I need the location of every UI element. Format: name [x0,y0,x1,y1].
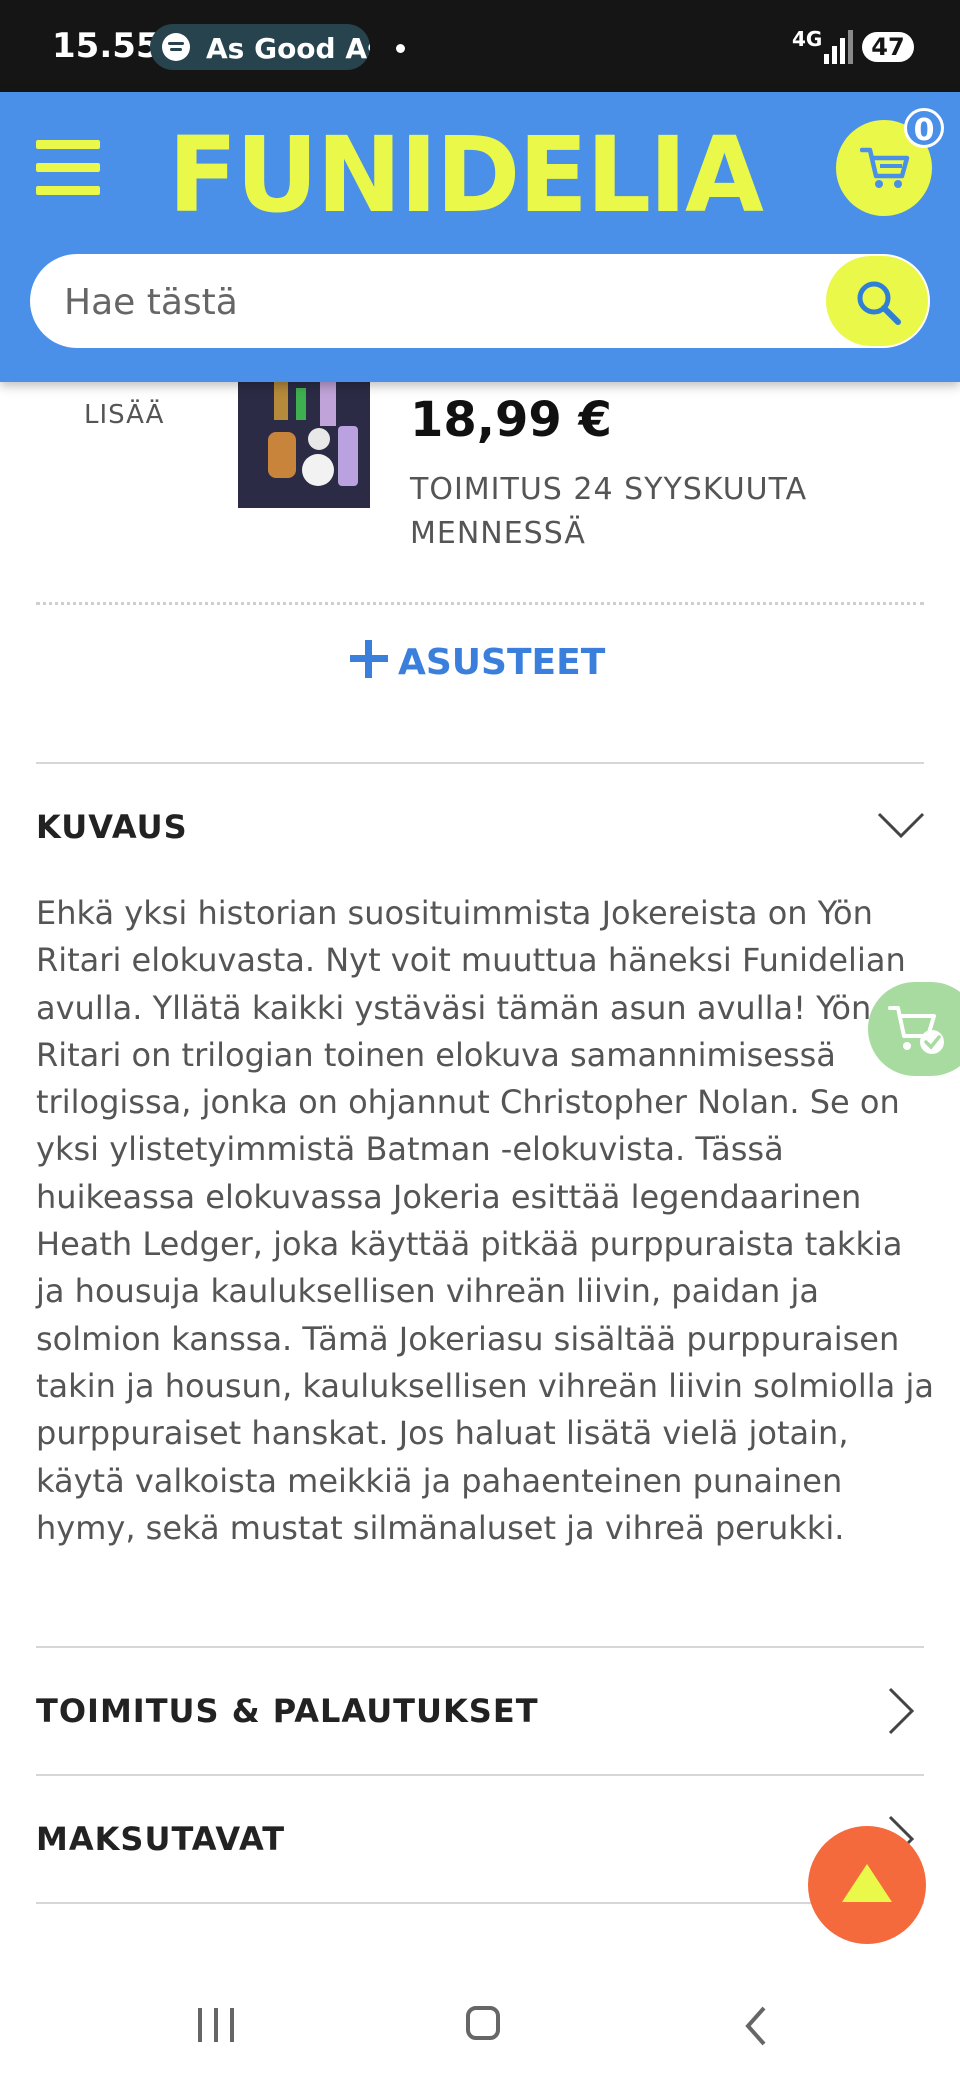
divider [36,762,924,764]
accessories-label: ASUSTEET [398,642,606,683]
divider [36,1902,924,1904]
product-thumbnail[interactable] [238,382,370,508]
cart-check-icon [888,1006,944,1054]
back-icon[interactable] [744,2006,768,2046]
search-bar [30,254,930,348]
battery-level: 47 [862,32,914,62]
chevron-down-icon[interactable] [876,810,926,840]
network-type: 4G [792,27,823,51]
search-button[interactable] [826,256,928,346]
recent-apps-icon[interactable] [196,2008,236,2042]
description-header[interactable]: KUVAUS [36,808,188,846]
description-text: Ehkä yksi historian suosituimmista Joker… [36,894,934,1547]
payment-methods-header[interactable]: MAKSUTAVAT [36,1820,285,1858]
chevron-right-icon[interactable] [886,1686,916,1736]
scroll-to-top-button[interactable] [808,1826,926,1944]
search-input[interactable] [62,276,846,328]
cart-count-badge: 0 [904,108,944,148]
media-notification-pill[interactable]: As Good As [150,24,370,70]
status-bar: 15.55 As Good As 4G 47 [0,0,960,92]
more-images-label[interactable]: LISÄÄ [84,400,164,430]
notification-dot [396,44,405,53]
divider [36,1774,924,1776]
spotify-icon [162,33,190,61]
accessories-button[interactable]: ASUSTEET [350,640,605,690]
product-price: 18,99 € [410,392,612,448]
floating-cart-button[interactable] [868,982,960,1076]
arrow-up-icon [842,1864,892,1902]
media-title: As Good As [206,32,370,65]
dotted-divider [36,602,924,605]
shipping-returns-header[interactable]: TOIMITUS & PALAUTUKSET [36,1692,539,1730]
home-icon[interactable] [466,2006,500,2040]
delivery-estimate: TOIMITUS 24 SYYSKUUTA MENNESSÄ [410,472,808,551]
signal-icon [824,30,854,64]
status-time: 15.55 [52,26,160,66]
cart-icon [860,147,910,188]
search-icon [857,281,901,325]
menu-icon[interactable] [36,140,100,196]
divider [36,1646,924,1648]
system-navigation-bar [0,1970,960,2080]
plus-icon [350,640,388,678]
funidelia-logo[interactable]: FUNIDELIA [168,120,764,230]
